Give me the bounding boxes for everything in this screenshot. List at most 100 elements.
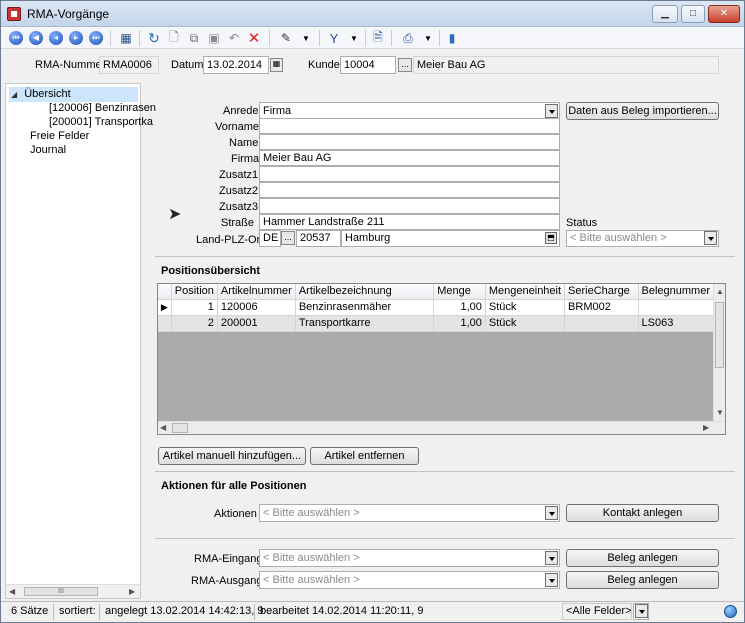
maximize-button[interactable]: □ <box>681 5 705 23</box>
device-icon[interactable]: ▮ <box>443 29 461 47</box>
previous-page-icon[interactable]: ◀ <box>29 31 43 45</box>
grid-horizontal-scrollbar[interactable]: ◀ ▶ <box>158 421 725 434</box>
scroll-right-icon[interactable]: ▶ <box>703 423 709 432</box>
last-record-icon[interactable]: ⏭ <box>89 31 103 45</box>
scroll-down-icon[interactable]: ▼ <box>716 408 724 417</box>
cell[interactable]: BRM002 <box>564 299 639 316</box>
column-header[interactable]: Position <box>171 284 218 300</box>
kunde-field[interactable]: 10004 <box>340 56 396 74</box>
chevron-down-icon[interactable] <box>545 551 558 565</box>
cell[interactable]: 200001 <box>217 315 296 332</box>
aktionen-select[interactable]: < Bitte auswählen > <box>259 504 560 522</box>
calendar-icon[interactable]: ▦ <box>270 58 283 72</box>
field-filter-value[interactable]: <Alle Felder> <box>562 603 632 620</box>
save-icon[interactable]: ▣ <box>205 29 223 47</box>
copy-icon[interactable]: ⧉ <box>185 29 203 47</box>
column-header[interactable]: Artikelbezeichnung <box>295 284 435 300</box>
plz-field[interactable]: 20537 <box>296 230 341 247</box>
create-document-button-2[interactable]: Beleg anlegen <box>566 571 719 589</box>
table-row[interactable]: 2 200001 Transportkarre 1,00 Stück LS063 <box>158 315 715 332</box>
import-from-document-button[interactable]: Daten aus Beleg importieren... <box>566 102 719 120</box>
nav-item-position-1[interactable]: [120006] Benzinrasen <box>49 102 156 114</box>
next-record-icon[interactable]: ▸ <box>69 31 83 45</box>
chevron-down-icon[interactable] <box>545 104 558 118</box>
cell[interactable] <box>564 315 639 332</box>
chevron-down-icon[interactable] <box>545 506 558 520</box>
cell[interactable]: 2 <box>171 315 218 332</box>
cell[interactable]: 120006 <box>217 299 296 316</box>
sort-label: sortiert: <box>59 605 96 617</box>
field-filter-dropdown[interactable] <box>633 603 649 620</box>
ort-field[interactable]: Hamburg ⬒ <box>341 230 560 247</box>
cell[interactable]: LS063 <box>638 315 715 332</box>
first-record-icon[interactable]: ⏮ <box>9 31 23 45</box>
scroll-left-icon[interactable]: ◀ <box>9 587 15 596</box>
status-select[interactable]: < Bitte auswählen > <box>566 230 719 247</box>
filter-dropdown-icon[interactable]: ▼ <box>345 29 363 47</box>
rma-number-field[interactable]: RMA0006 <box>99 56 159 74</box>
kunde-lookup-button[interactable]: ... <box>398 58 412 72</box>
cell[interactable]: 1 <box>171 299 218 316</box>
tools-dropdown-icon[interactable]: ▼ <box>297 29 315 47</box>
cell[interactable]: 1,00 <box>433 315 486 332</box>
cell[interactable] <box>638 299 715 316</box>
strasse-field[interactable]: Hammer Landstraße 211 <box>259 214 560 230</box>
scroll-right-icon[interactable]: ▶ <box>129 587 135 596</box>
chevron-down-icon[interactable] <box>704 231 717 245</box>
cell[interactable]: Stück <box>485 299 566 316</box>
rma-eingang-select[interactable]: < Bitte auswählen > <box>259 549 560 567</box>
tools-icon[interactable]: ✎ <box>277 29 295 47</box>
land-lookup-button[interactable]: ... <box>281 231 295 245</box>
cell[interactable]: Stück <box>485 315 566 332</box>
scroll-thumb[interactable] <box>715 302 724 368</box>
column-header[interactable]: Artikelnummer <box>217 284 296 300</box>
cell[interactable]: Benzinrasenmäher <box>295 299 435 316</box>
table-view-icon[interactable]: ▦ <box>117 29 135 47</box>
datum-field[interactable]: 13.02.2014 <box>203 56 269 74</box>
scroll-thumb[interactable]: III <box>24 587 98 596</box>
zusatz3-field[interactable] <box>259 198 560 214</box>
nav-item-freie-felder[interactable]: Freie Felder <box>30 130 89 142</box>
firma-field[interactable]: Meier Bau AG <box>259 150 560 166</box>
rma-ausgang-select[interactable]: < Bitte auswählen > <box>259 571 560 589</box>
add-article-button[interactable]: Artikel manuell hinzufügen... <box>158 447 306 465</box>
chevron-down-icon[interactable] <box>635 604 648 618</box>
land-field[interactable]: DE <box>259 230 281 247</box>
filter-icon[interactable]: Y <box>325 29 343 47</box>
create-document-button[interactable]: Beleg anlegen <box>566 549 719 567</box>
zusatz2-field[interactable] <box>259 182 560 198</box>
create-contact-button[interactable]: Kontakt anlegen <box>566 504 719 522</box>
grid-vertical-scrollbar[interactable]: ▲ ▼ <box>713 284 725 422</box>
column-header[interactable]: Mengeneinheit <box>485 284 566 300</box>
column-header[interactable]: Menge <box>433 284 486 300</box>
cell[interactable]: 1,00 <box>433 299 486 316</box>
close-button[interactable]: ✕ <box>708 5 740 23</box>
map-icon[interactable]: ⬒ <box>545 232 557 244</box>
remove-article-button[interactable]: Artikel entfernen <box>310 447 419 465</box>
nav-item-position-2[interactable]: [200001] Transportka <box>49 116 153 128</box>
undo-icon[interactable]: ↶ <box>225 29 243 47</box>
vorname-field[interactable] <box>259 118 560 134</box>
nav-item-journal[interactable]: Journal <box>30 144 66 156</box>
zusatz1-field[interactable] <box>259 166 560 182</box>
delete-icon[interactable]: ✕ <box>245 29 263 47</box>
previous-record-icon[interactable]: ◂ <box>49 31 63 45</box>
document-search-icon[interactable]: 🗎 <box>369 29 387 47</box>
nav-item-uebersicht[interactable]: ◢ Übersicht <box>9 87 138 102</box>
new-document-icon[interactable]: 🗋 <box>165 29 183 47</box>
scroll-up-icon[interactable]: ▲ <box>716 287 724 296</box>
column-header[interactable]: SerieCharge <box>564 284 639 300</box>
print-dropdown-icon[interactable]: ▼ <box>419 29 437 47</box>
scroll-left-icon[interactable]: ◀ <box>160 423 166 432</box>
refresh-icon[interactable]: ↻ <box>145 29 163 47</box>
table-row[interactable]: ▶ 1 120006 Benzinrasenmäher 1,00 Stück B… <box>158 299 715 316</box>
status-separator <box>254 604 255 620</box>
chevron-down-icon[interactable] <box>545 573 558 587</box>
print-icon[interactable]: ⎙ <box>399 29 417 47</box>
nav-horizontal-scrollbar[interactable]: ◀ III ▶ <box>6 584 140 598</box>
cell[interactable]: Transportkarre <box>295 315 435 332</box>
column-header[interactable]: Belegnummer <box>638 284 715 300</box>
minimize-button[interactable]: ▁ <box>652 5 678 23</box>
scroll-thumb[interactable] <box>172 423 188 433</box>
name-field[interactable] <box>259 134 560 150</box>
